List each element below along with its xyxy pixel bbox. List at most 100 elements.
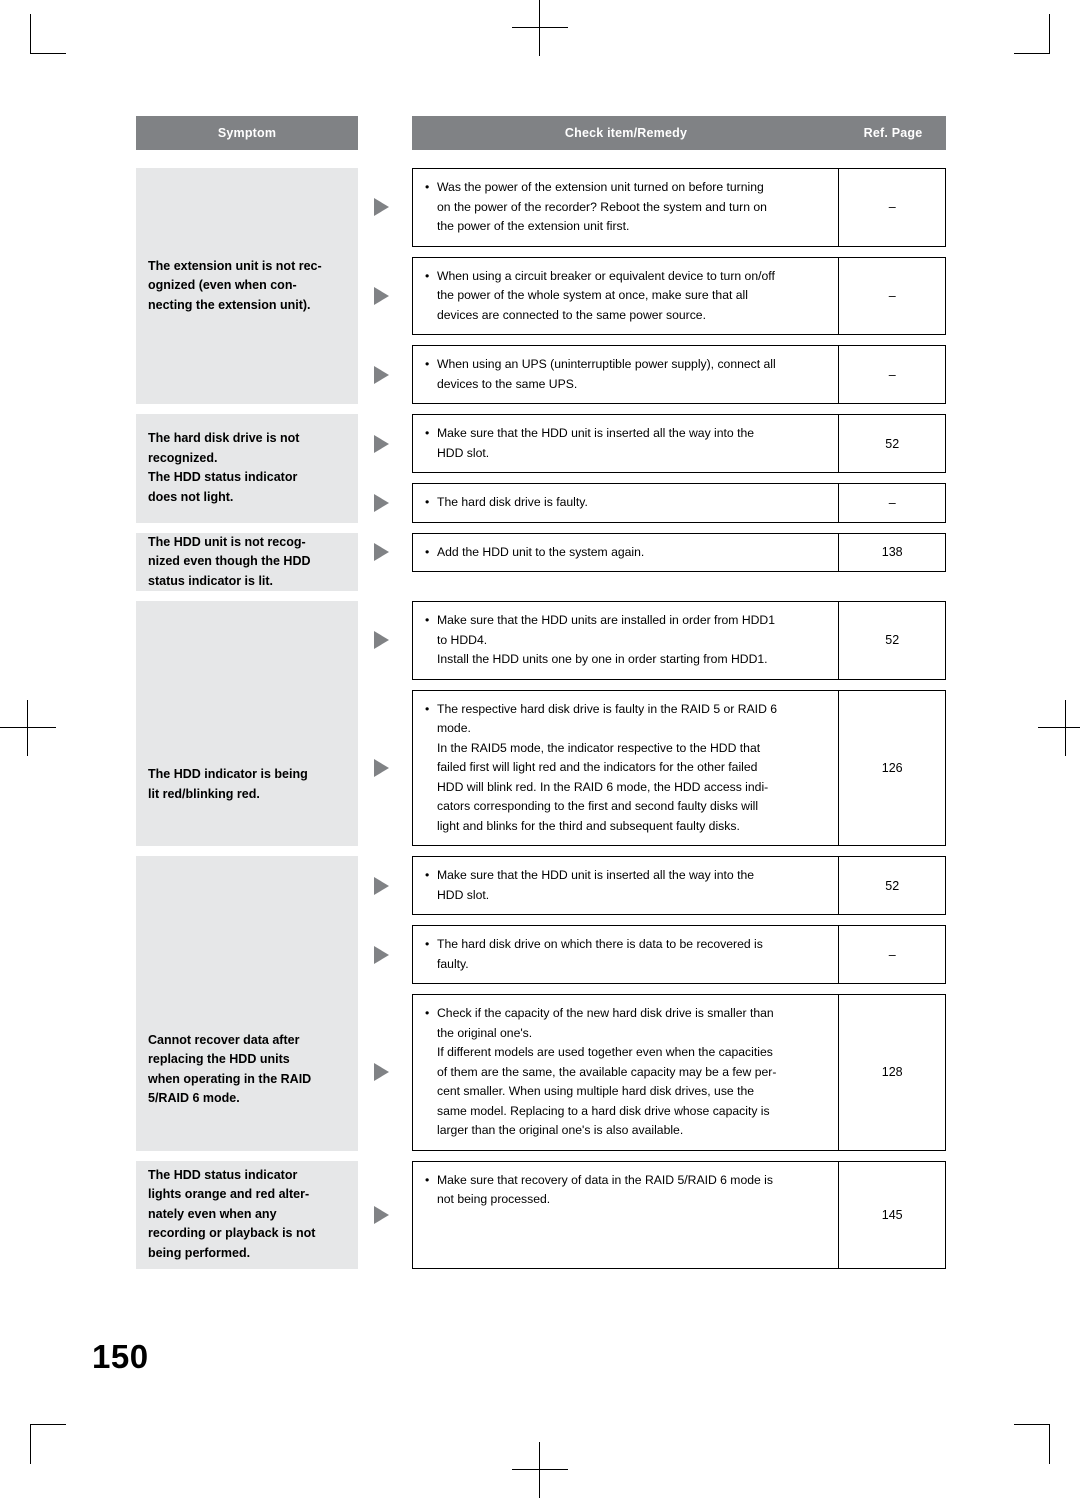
remedy-rows: Make sure that recovery of data in the R… <box>412 1160 946 1269</box>
header-gap <box>358 116 412 150</box>
table-row: Make sure that the HDD units are install… <box>412 601 946 680</box>
table-body: The extension unit is not rec-ognized (e… <box>136 168 946 1269</box>
arrow-column <box>358 414 412 523</box>
arrow-column <box>358 601 412 846</box>
ref-page-cell: – <box>888 288 896 303</box>
remedy-rows: Make sure that the HDD unit is inserted … <box>412 414 946 523</box>
table-row: Make sure that recovery of data in the R… <box>412 1160 946 1269</box>
symptom-cell: The HDD status indicator lights orange an… <box>136 1160 358 1269</box>
ref-page-cell: 126 <box>881 760 903 775</box>
crop-mark-top-left <box>30 14 66 54</box>
remedy-rows: Was the power of the extension unit turn… <box>412 168 946 404</box>
symptom-text: Cannot recover data after replacing the H… <box>148 1032 312 1106</box>
table-row: Make sure that the HDD unit is inserted … <box>412 414 946 473</box>
check-item-cell: Make sure that the HDD unit is inserted … <box>413 857 840 914</box>
symptom-text: The HDD unit is not recog-nized even tho… <box>148 534 311 588</box>
flow-arrow-icon <box>374 758 389 777</box>
remedy-rows: Make sure that the HDD unit is inserted … <box>412 856 946 1151</box>
remedy-detail-text: If different models are used together ev… <box>437 1045 777 1137</box>
symptom-group: The HDD status indicator lights orange an… <box>136 1160 946 1269</box>
arrow-column <box>358 533 412 592</box>
check-item-cell: Make sure that the HDD unit is inserted … <box>413 415 840 472</box>
flow-arrow-icon <box>374 945 389 964</box>
table-row: When using a circuit breaker or equivale… <box>412 256 946 335</box>
remedy-bullet-text: The respective hard disk drive is faulty… <box>425 700 830 739</box>
flow-arrow-icon <box>374 365 389 384</box>
check-item-cell: Make sure that the HDD units are install… <box>413 602 840 679</box>
symptom-group: The hard disk drive is not recognized. The… <box>136 414 946 523</box>
symptom-group: Cannot recover data after replacing the H… <box>136 856 946 1151</box>
flow-arrow-icon <box>374 543 389 562</box>
symptom-group: The HDD indicator is being lit red/blinki… <box>136 601 946 846</box>
symptom-text: The extension unit is not rec-ognized (e… <box>148 258 322 312</box>
check-item-cell: When using an UPS (uninterruptible power… <box>413 346 840 403</box>
flow-arrow-icon <box>374 631 389 650</box>
crop-mark-bottom-left <box>30 1424 66 1464</box>
check-item-cell: Check if the capacity of the new hard di… <box>413 995 840 1150</box>
check-item-cell: The hard disk drive on which there is da… <box>413 926 840 983</box>
column-header-ref-page: Ref. Page <box>840 116 946 150</box>
remedy-bullet-text: The hard disk drive on which there is da… <box>425 935 830 974</box>
arrow-column <box>358 168 412 404</box>
registration-mark-right <box>1038 700 1080 756</box>
remedy-bullet-text: Make sure that the HDD unit is inserted … <box>425 424 830 463</box>
flow-arrow-icon <box>374 1063 389 1082</box>
check-item-cell: The respective hard disk drive is faulty… <box>413 690 840 845</box>
check-item-cell: The hard disk drive is faulty. <box>413 484 840 522</box>
crop-mark-top-right <box>1014 14 1050 54</box>
ref-page-cell: – <box>888 367 896 382</box>
symptom-cell: The extension unit is not rec-ognized (e… <box>136 168 358 404</box>
registration-mark-top <box>512 0 568 56</box>
ref-page-cell: – <box>888 947 896 962</box>
column-header-symptom: Symptom <box>136 116 358 150</box>
column-header-check-item-remedy: Check item/Remedy <box>412 116 840 150</box>
symptom-cell: The HDD unit is not recog-nized even tho… <box>136 532 358 591</box>
arrow-column <box>358 856 412 1151</box>
remedy-detail-text: Install the HDD units one by one in orde… <box>437 652 768 666</box>
flow-arrow-icon <box>374 493 389 512</box>
table-row: The hard disk drive is faulty. – <box>412 483 946 523</box>
table-row: Check if the capacity of the new hard di… <box>412 994 946 1151</box>
ref-page-cell: – <box>888 495 896 510</box>
ref-page-cell: 138 <box>881 545 903 560</box>
check-item-cell: Was the power of the extension unit turn… <box>413 169 840 246</box>
symptom-cell: Cannot recover data after replacing the H… <box>136 856 358 1151</box>
remedy-bullet-text: Check if the capacity of the new hard di… <box>425 1004 830 1043</box>
remedy-bullet-text: Make sure that recovery of data in the R… <box>425 1171 830 1210</box>
flow-arrow-icon <box>374 1205 389 1224</box>
table-row: Make sure that the HDD unit is inserted … <box>412 856 946 915</box>
table-row: Was the power of the extension unit turn… <box>412 168 946 247</box>
arrow-column <box>358 1161 412 1269</box>
table-row: The respective hard disk drive is faulty… <box>412 689 946 846</box>
flow-arrow-icon <box>374 198 389 217</box>
table-header-row: Symptom Check item/Remedy Ref. Page <box>136 116 946 150</box>
table-row: Add the HDD unit to the system again. 138 <box>412 532 946 572</box>
symptom-text: The hard disk drive is not recognized. The… <box>148 431 300 504</box>
check-item-cell: Add the HDD unit to the system again. <box>413 533 840 571</box>
remedy-bullet-text: When using a circuit breaker or equivale… <box>425 267 830 326</box>
troubleshooting-table: Symptom Check item/Remedy Ref. Page The … <box>136 116 946 1279</box>
ref-page-cell: – <box>888 200 896 215</box>
remedy-detail-text: In the RAID5 mode, the indicator respect… <box>437 740 769 833</box>
symptom-text: The HDD indicator is being lit red/blinki… <box>148 767 308 801</box>
ref-page-cell: 52 <box>885 878 900 893</box>
remedy-bullet-text: Add the HDD unit to the system again. <box>425 543 830 563</box>
registration-mark-left <box>0 700 56 756</box>
registration-mark-bottom <box>512 1442 568 1498</box>
flow-arrow-icon <box>374 434 389 453</box>
check-item-cell: Make sure that recovery of data in the R… <box>413 1161 840 1268</box>
flow-arrow-icon <box>374 876 389 895</box>
ref-page-cell: 128 <box>881 1065 903 1080</box>
remedy-bullet-text: The hard disk drive is faulty. <box>425 493 830 513</box>
ref-page-cell: 52 <box>885 633 900 648</box>
ref-page-cell: 145 <box>881 1207 903 1222</box>
remedy-bullet-text: Was the power of the extension unit turn… <box>425 178 830 237</box>
page-number: 150 <box>92 1338 149 1375</box>
table-row: When using an UPS (uninterruptible power… <box>412 345 946 404</box>
symptom-group: The extension unit is not rec-ognized (e… <box>136 168 946 404</box>
remedy-bullet-text: Make sure that the HDD unit is inserted … <box>425 866 830 905</box>
remedy-rows: Make sure that the HDD units are install… <box>412 601 946 846</box>
symptom-group: The HDD unit is not recog-nized even tho… <box>136 532 946 592</box>
symptom-cell: The hard disk drive is not recognized. The… <box>136 414 358 523</box>
remedy-bullet-text: When using an UPS (uninterruptible power… <box>425 355 830 394</box>
